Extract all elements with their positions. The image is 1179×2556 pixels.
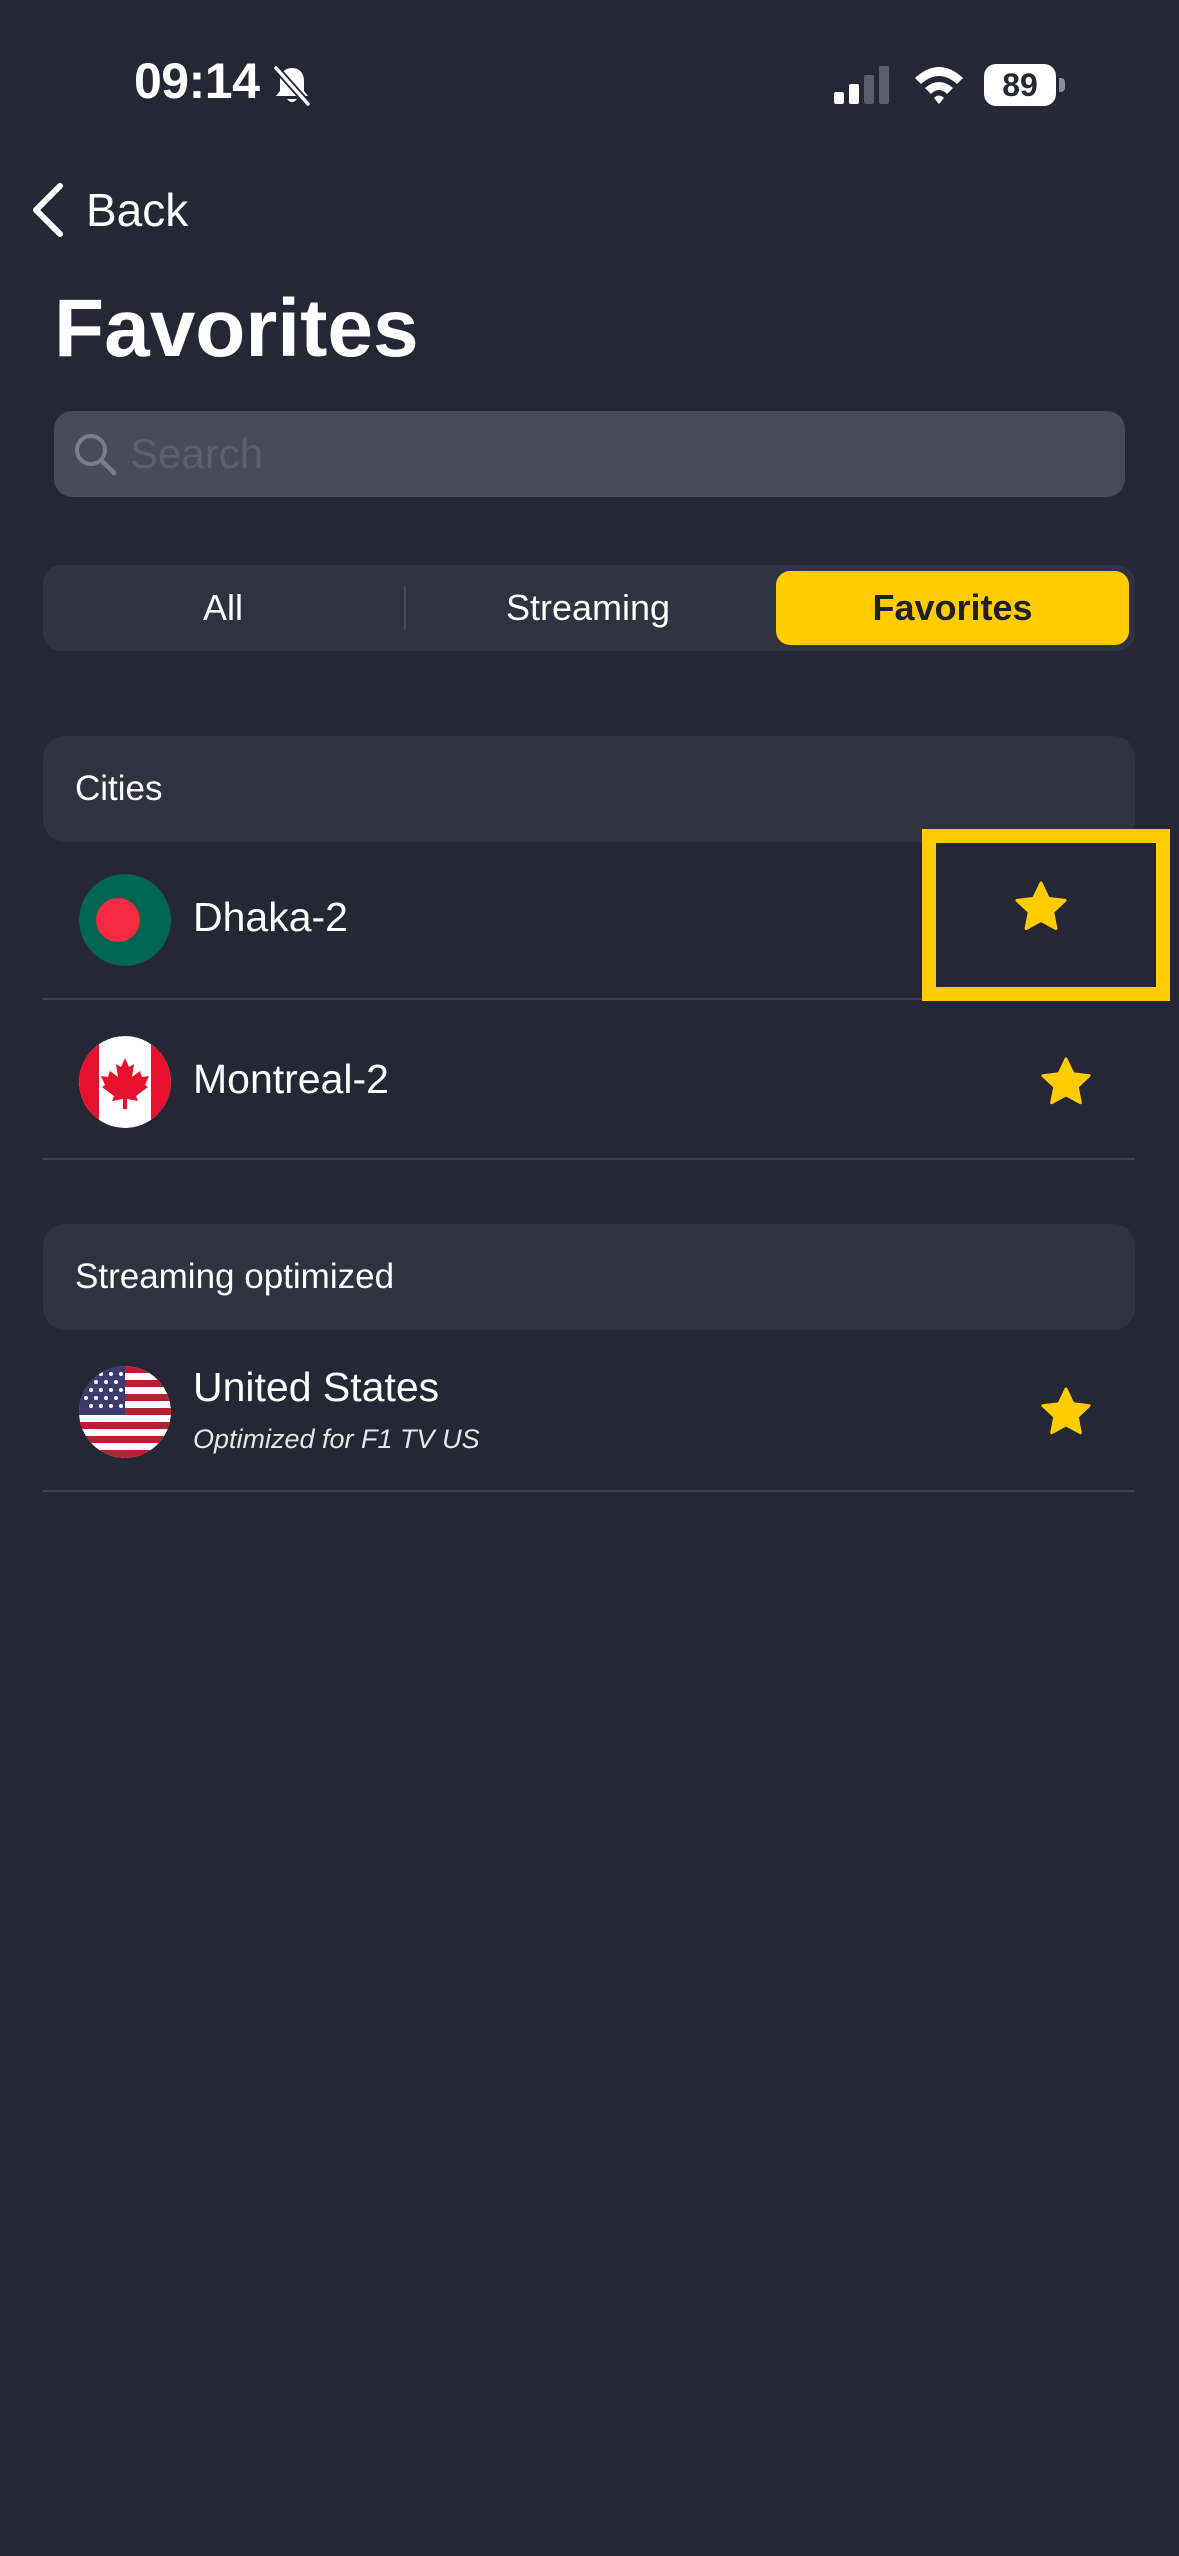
- server-name: Montreal-2: [193, 1056, 389, 1102]
- search-icon: [75, 434, 117, 476]
- star-filled-icon[interactable]: [1039, 1056, 1093, 1110]
- page-title: Favorites: [54, 283, 419, 374]
- search-bar[interactable]: [54, 411, 1125, 497]
- tab-divider: [404, 587, 406, 629]
- list-item-montreal[interactable]: Montreal-2: [43, 1000, 1135, 1160]
- section-header-streaming: Streaming optimized: [43, 1224, 1135, 1330]
- tab-streaming[interactable]: Streaming: [407, 571, 769, 645]
- section-header-cities: Cities: [43, 736, 1135, 842]
- bell-muted-icon: [273, 65, 311, 107]
- usa-flag-icon: [79, 1366, 171, 1458]
- filter-tabs: All Streaming Favorites: [43, 565, 1135, 651]
- server-subtitle: Optimized for F1 TV US: [193, 1424, 480, 1454]
- tab-all[interactable]: All: [43, 571, 403, 645]
- back-button[interactable]: Back: [30, 178, 188, 242]
- tab-favorites[interactable]: Favorites: [776, 571, 1129, 645]
- highlight-box: [922, 829, 1170, 1001]
- wifi-icon: [915, 67, 963, 104]
- bangladesh-flag-icon: [79, 874, 171, 966]
- search-input[interactable]: [130, 411, 1110, 497]
- status-time: 09:14: [134, 53, 260, 109]
- back-label: Back: [86, 184, 189, 236]
- server-name: United States: [193, 1364, 440, 1410]
- cellular-signal-icon: [834, 66, 889, 104]
- canada-flag-icon: [79, 1036, 171, 1128]
- battery-cap: [1059, 78, 1065, 92]
- server-name: Dhaka-2: [193, 894, 348, 940]
- battery-level: 89: [984, 64, 1056, 106]
- section-title: Cities: [75, 769, 163, 808]
- battery-icon: 89: [984, 64, 1066, 106]
- status-bar: 09:14 89: [0, 0, 1179, 170]
- list-item-united-states[interactable]: United States Optimized for F1 TV US: [43, 1330, 1135, 1492]
- chevron-left-icon: [33, 183, 63, 237]
- star-filled-icon[interactable]: [1039, 1386, 1093, 1440]
- section-title: Streaming optimized: [75, 1257, 395, 1296]
- favorites-screen: 09:14 89 Back Favorites Search All Strea…: [0, 0, 1179, 2556]
